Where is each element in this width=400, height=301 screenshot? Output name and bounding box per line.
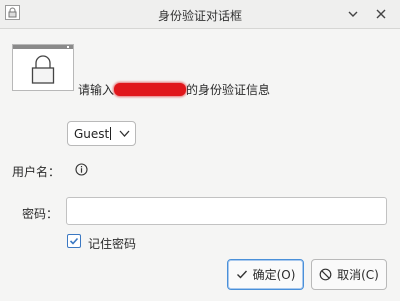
title-bar: 身份验证对话框 xyxy=(0,0,400,29)
text-caret xyxy=(110,127,111,140)
password-input[interactable] xyxy=(66,197,387,225)
chevron-down-icon xyxy=(119,130,130,137)
remember-password-label: 记住密码 xyxy=(88,237,137,251)
remember-password-checkbox[interactable] xyxy=(67,234,81,248)
identity-select[interactable]: Guest xyxy=(67,121,136,146)
cancel-button-label: 取消(C) xyxy=(337,268,379,282)
checkmark-icon xyxy=(69,237,79,245)
check-icon xyxy=(236,270,247,279)
chevron-down-icon xyxy=(348,11,358,17)
username-label: 用户名： xyxy=(12,165,61,179)
cancel-icon xyxy=(319,268,332,281)
redacted-name xyxy=(114,83,187,96)
cancel-button[interactable]: 取消(C) xyxy=(311,259,387,290)
auth-lock-illustration xyxy=(12,44,74,91)
prompt-suffix: 的身份验证信息 xyxy=(186,83,271,97)
password-label: 密码： xyxy=(22,207,59,221)
prompt-prefix: 请输入 xyxy=(78,83,115,97)
minimize-button[interactable] xyxy=(344,5,362,23)
info-icon xyxy=(75,163,88,176)
identity-select-value: Guest xyxy=(74,127,110,141)
close-button[interactable] xyxy=(372,5,390,23)
close-icon xyxy=(376,9,386,19)
window-title: 身份验证对话框 xyxy=(157,9,242,23)
ok-button-label: 确定(O) xyxy=(252,268,296,282)
ok-button[interactable]: 确定(O) xyxy=(227,259,304,290)
auth-prompt-text: 请输入 的身份验证信息 xyxy=(78,81,270,98)
padlock-icon xyxy=(31,55,55,84)
